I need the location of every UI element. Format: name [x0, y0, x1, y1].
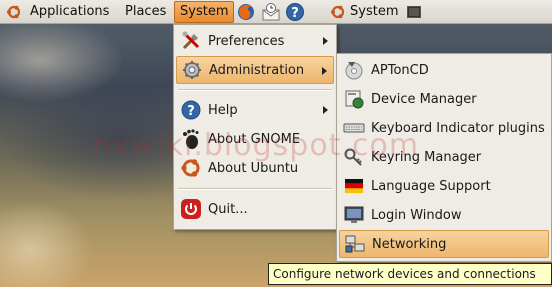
- help-icon[interactable]: ?: [285, 2, 305, 22]
- monitor-icon: [344, 206, 364, 223]
- applications-menu[interactable]: Applications: [30, 0, 109, 24]
- menu-item-label: Networking: [372, 236, 447, 252]
- help-icon: ?: [181, 100, 201, 120]
- flag-icon: [345, 179, 363, 194]
- system-dropdown-menu: Preferences Administration ? Help About …: [173, 24, 337, 230]
- menu-item-login-window[interactable]: Login Window: [339, 201, 549, 229]
- tooltip: Configure network devices and connection…: [268, 263, 552, 285]
- menu-item-label: Language Support: [371, 178, 491, 194]
- device-manager-icon: [345, 90, 364, 109]
- menu-item-label: APTonCD: [371, 62, 429, 78]
- gnome-foot-icon: [183, 129, 199, 149]
- menu-item-networking[interactable]: Networking: [339, 230, 549, 258]
- menu-item-keyring-manager[interactable]: Keyring Manager: [339, 143, 549, 171]
- menu-item-label: Preferences: [208, 33, 285, 49]
- menu-item-device-manager[interactable]: Device Manager: [339, 85, 549, 113]
- menu-item-about-ubuntu[interactable]: About Ubuntu: [176, 154, 334, 182]
- svg-text:?: ?: [187, 104, 195, 119]
- menu-item-quit[interactable]: Quit...: [176, 195, 334, 223]
- menu-item-label: Help: [208, 102, 238, 118]
- menu-item-label: About Ubuntu: [208, 160, 299, 176]
- menu-separator: [178, 89, 332, 91]
- menu-item-label: Device Manager: [371, 91, 477, 107]
- submenu-arrow-icon: [322, 67, 327, 75]
- system-menu[interactable]: System: [174, 1, 235, 23]
- svg-text:?: ?: [291, 6, 299, 21]
- menu-item-administration[interactable]: Administration: [176, 56, 334, 84]
- menu-item-label: Keyring Manager: [371, 149, 482, 165]
- top-panel: Applications Places System ? System: [0, 0, 552, 24]
- keyring-icon: [344, 148, 362, 166]
- menu-item-language-support[interactable]: Language Support: [339, 172, 549, 200]
- submenu-arrow-icon: [323, 37, 328, 45]
- administration-submenu: APTonCD Device Manager Keyboard Indicato…: [336, 53, 552, 262]
- menu-item-label: About GNOME: [208, 131, 301, 147]
- menu-item-preferences[interactable]: Preferences: [176, 27, 334, 55]
- menu-separator: [178, 188, 332, 190]
- menu-item-help[interactable]: ? Help: [176, 96, 334, 124]
- menu-item-label: Quit...: [208, 201, 248, 217]
- power-icon: [181, 199, 201, 219]
- preferences-icon: [182, 31, 200, 50]
- terminal-icon[interactable]: [407, 5, 421, 19]
- ubuntu-logo-icon: [7, 5, 21, 19]
- cd-icon: [345, 62, 363, 80]
- firefox-icon[interactable]: [236, 2, 256, 22]
- administration-icon: [183, 61, 201, 79]
- menu-item-label: Login Window: [371, 207, 462, 223]
- menu-item-keyboard-indicator-plugins[interactable]: Keyboard Indicator plugins: [339, 114, 549, 142]
- network-icon: [345, 235, 365, 253]
- system-menu-right[interactable]: System: [350, 0, 398, 24]
- keyboard-icon: [343, 123, 365, 133]
- menu-item-label: Keyboard Indicator plugins: [371, 120, 545, 136]
- ubuntu-logo-icon: [181, 159, 200, 177]
- menu-item-aptoncd[interactable]: APTonCD: [339, 56, 549, 84]
- menu-item-label: Administration: [209, 62, 305, 78]
- mail-clock-icon[interactable]: [261, 2, 281, 22]
- ubuntu-logo-icon: [331, 5, 345, 19]
- submenu-arrow-icon: [323, 106, 328, 114]
- places-menu[interactable]: Places: [125, 0, 166, 24]
- menu-item-about-gnome[interactable]: About GNOME: [176, 125, 334, 153]
